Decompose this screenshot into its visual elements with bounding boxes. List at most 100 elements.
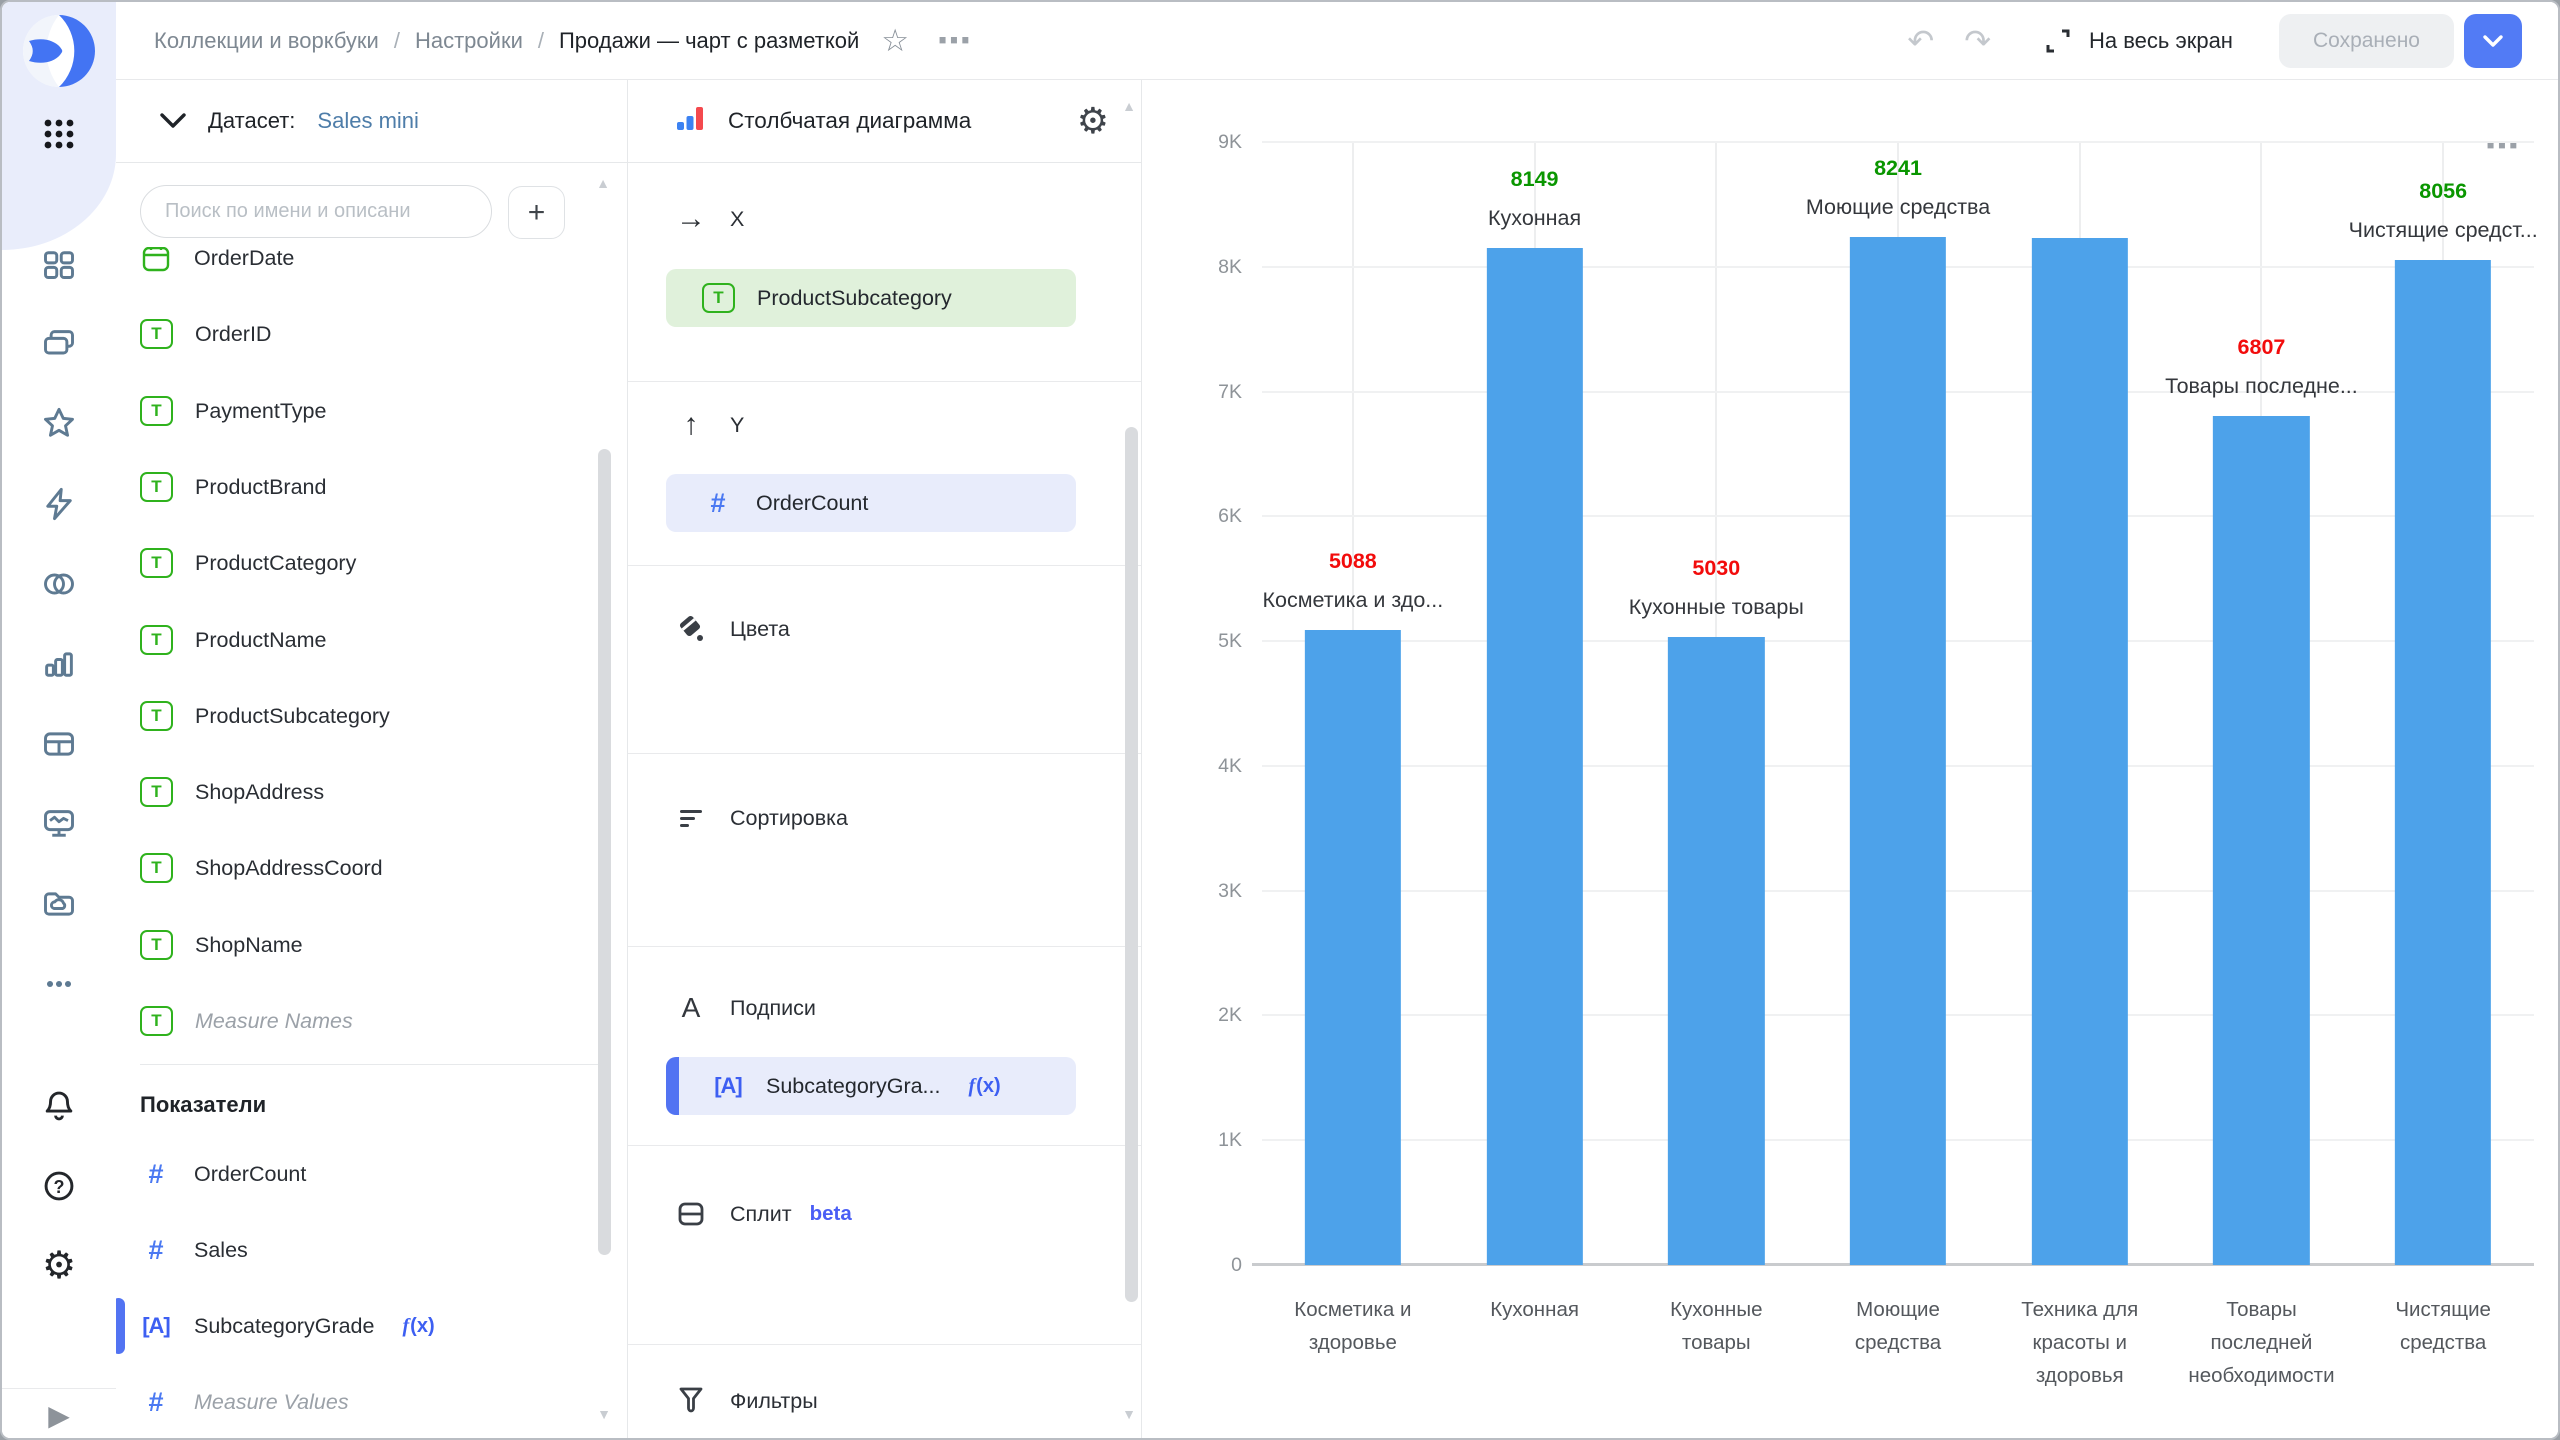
- bar-label-6: 8056Чистящие средст...: [2349, 175, 2538, 246]
- bar-6[interactable]: [2395, 260, 2491, 1265]
- search-input[interactable]: [140, 185, 492, 238]
- field-row-PaymentType[interactable]: TPaymentType: [116, 379, 607, 443]
- config-scroll-down-icon[interactable]: ▼: [1122, 1406, 1136, 1422]
- favorite-star-icon[interactable]: ☆: [881, 23, 909, 59]
- y-tick-label: 4K: [1150, 751, 1242, 781]
- redo-icon[interactable]: ↷: [1964, 26, 1991, 56]
- y-field-chip[interactable]: # OrderCount: [666, 474, 1076, 532]
- save-button[interactable]: Сохранено: [2279, 14, 2454, 68]
- field-row-OrderID[interactable]: TOrderID: [116, 302, 607, 366]
- section-sort-label[interactable]: Сортировка: [730, 806, 848, 831]
- field-row-ShopAddress[interactable]: TShopAddress: [116, 760, 607, 824]
- dataset-scrollbar-thumb[interactable]: [598, 449, 611, 1255]
- dashboards-icon[interactable]: [2, 224, 116, 304]
- monitoring-icon[interactable]: [2, 784, 116, 864]
- section-divider: [628, 1145, 1141, 1146]
- y-tick-label: 7K: [1150, 377, 1242, 407]
- text-field-icon: T: [140, 853, 173, 883]
- field-label: ProductCategory: [195, 551, 356, 576]
- number-field-icon: #: [140, 1235, 172, 1266]
- y-tick-label: 2K: [1150, 1000, 1242, 1030]
- bar-5[interactable]: [2213, 416, 2309, 1265]
- bar-chart-type-icon[interactable]: [672, 101, 706, 141]
- field-row-OrderCount[interactable]: #OrderCount: [116, 1142, 607, 1206]
- page-more-icon[interactable]: ⋯: [937, 31, 974, 51]
- breadcrumb-settings[interactable]: Настройки: [415, 28, 523, 54]
- bar-slots: 5088Косметика и здо...8149Кухонная5030Ку…: [1262, 142, 2534, 1265]
- section-colors-label[interactable]: Цвета: [730, 617, 790, 642]
- chevron-down-icon: [2482, 34, 2504, 48]
- bar-1[interactable]: [1486, 248, 1582, 1265]
- top-bar: Коллекции и воркбуки / Настройки / Прода…: [116, 2, 2558, 80]
- gridline-y: [1262, 141, 2534, 143]
- favorites-star-icon[interactable]: [2, 384, 116, 464]
- tables-icon[interactable]: [2, 704, 116, 784]
- bar-name-label: Товары последне...: [2165, 370, 2358, 402]
- field-row-ProductBrand[interactable]: TProductBrand: [116, 455, 607, 519]
- bar-0[interactable]: [1305, 630, 1401, 1265]
- charts-icon[interactable]: [2, 624, 116, 704]
- config-scroll-up-icon[interactable]: ▲: [1122, 98, 1136, 114]
- field-row-ShopName[interactable]: TShopName: [116, 913, 607, 977]
- notifications-bell-icon[interactable]: [2, 1066, 116, 1146]
- labels-field-chip[interactable]: [A] SubcategoryGra... f(x): [666, 1057, 1076, 1115]
- formula-icon: f(x): [968, 1075, 1000, 1098]
- section-y: ↑ Y: [674, 405, 744, 445]
- filters-funnel-icon: [674, 1385, 708, 1417]
- section-labels-label[interactable]: Подписи: [730, 996, 816, 1021]
- settings-gear-icon[interactable]: ⚙: [2, 1226, 116, 1306]
- field-row-Sales[interactable]: #Sales: [116, 1218, 607, 1282]
- expand-panel-icon[interactable]: ▶: [2, 1392, 116, 1438]
- fullscreen-icon[interactable]: [2043, 26, 2073, 56]
- fullscreen-label[interactable]: На весь экран: [2089, 28, 2233, 54]
- list-scroll-down-icon[interactable]: ▼: [597, 1406, 611, 1422]
- add-field-button[interactable]: +: [508, 186, 565, 239]
- bar-name-label: Кухонные товары: [1629, 591, 1804, 623]
- datalens-window: ? ⚙ ▶ Коллекции и воркбуки / Настройки /…: [0, 0, 2560, 1440]
- y-tick-label: 3K: [1150, 876, 1242, 906]
- breadcrumb-separator: /: [538, 28, 544, 54]
- field-row-ProductSubcategory[interactable]: TProductSubcategory: [116, 684, 607, 748]
- breadcrumb-current-page: Продажи — чарт с разметкой: [559, 28, 859, 54]
- collections-icon[interactable]: [2, 304, 116, 384]
- y-field-name: OrderCount: [756, 491, 868, 516]
- field-label: OrderCount: [194, 1162, 306, 1187]
- section-split-label[interactable]: Сплит: [730, 1202, 792, 1227]
- field-row-Measure-Values[interactable]: #Measure Values: [116, 1370, 607, 1434]
- field-row-SubcategoryGrade[interactable]: [A]SubcategoryGradef(x): [116, 1294, 607, 1358]
- more-icon[interactable]: [2, 944, 116, 1024]
- split-icon: [674, 1198, 708, 1230]
- config-scrollbar-thumb[interactable]: [1125, 427, 1138, 1302]
- x-field-chip[interactable]: T ProductSubcategory: [666, 269, 1076, 327]
- field-row-Measure-Names[interactable]: TMeasure Names: [116, 989, 607, 1053]
- storage-folder-icon[interactable]: [2, 864, 116, 944]
- field-row-ShopAddressCoord[interactable]: TShopAddressCoord: [116, 836, 607, 900]
- undo-icon[interactable]: ↶: [1907, 26, 1934, 56]
- y-axis-arrow-icon: ↑: [674, 408, 708, 442]
- bar-4[interactable]: [2032, 238, 2128, 1265]
- datalens-logo-icon[interactable]: [22, 14, 96, 88]
- plot-area: 5088Косметика и здо...8149Кухонная5030Ку…: [1262, 142, 2534, 1265]
- connections-icon[interactable]: [2, 544, 116, 624]
- y-tick-label: 6K: [1150, 501, 1242, 531]
- section-filters-label[interactable]: Фильтры: [730, 1389, 818, 1414]
- left-rail: ? ⚙ ▶: [2, 2, 116, 1438]
- field-label: OrderID: [195, 322, 271, 347]
- text-field-icon: T: [140, 777, 173, 807]
- chart-settings-gear-icon[interactable]: ⚙: [1077, 103, 1109, 139]
- field-row-ProductName[interactable]: TProductName: [116, 608, 607, 672]
- bar-2[interactable]: [1668, 637, 1764, 1265]
- chart-type-title[interactable]: Столбчатая диаграмма: [728, 108, 971, 134]
- quick-actions-bolt-icon[interactable]: [2, 464, 116, 544]
- number-field-icon: #: [702, 488, 734, 519]
- bar-value-label: 5030: [1629, 552, 1804, 584]
- bar-3[interactable]: [1850, 237, 1946, 1265]
- help-icon[interactable]: ?: [2, 1146, 116, 1226]
- section-sort: Сортировка: [674, 798, 848, 838]
- list-scroll-up-icon[interactable]: ▲: [596, 175, 610, 191]
- formula-icon: f(x): [402, 1315, 434, 1338]
- breadcrumb-collections[interactable]: Коллекции и воркбуки: [154, 28, 379, 54]
- apps-grid-icon[interactable]: [37, 112, 81, 156]
- field-row-ProductCategory[interactable]: TProductCategory: [116, 531, 607, 595]
- save-dropdown-button[interactable]: [2464, 14, 2522, 68]
